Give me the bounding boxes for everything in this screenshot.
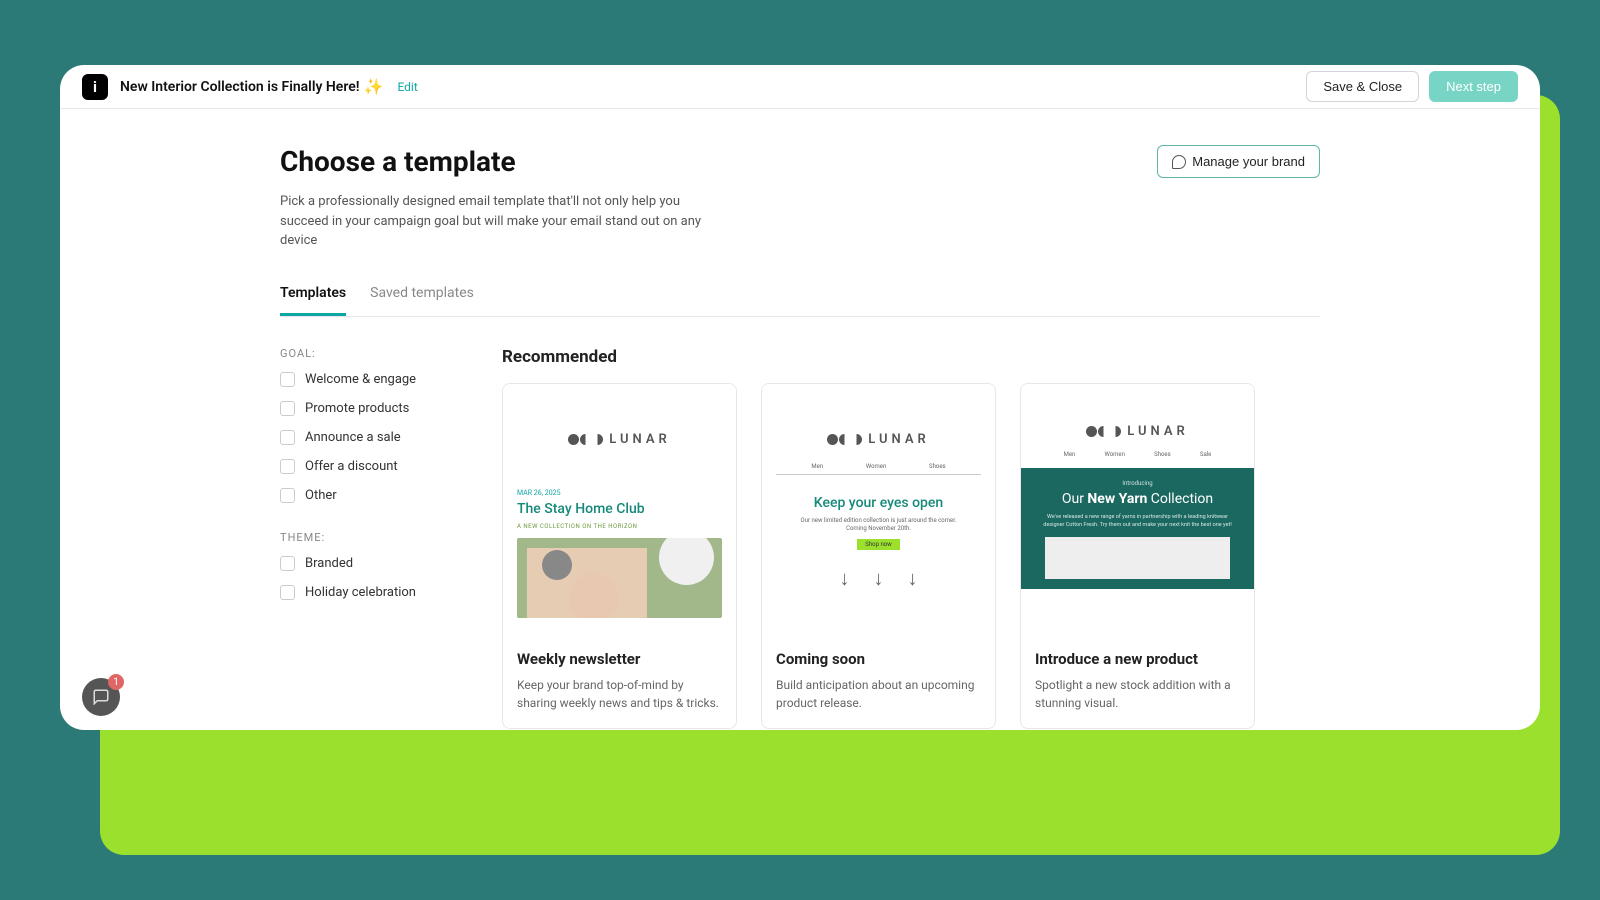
- tab-saved-templates[interactable]: Saved templates: [370, 285, 474, 316]
- next-step-button[interactable]: Next step: [1429, 71, 1518, 102]
- chat-badge: 1: [108, 674, 124, 690]
- filter-label: Offer a discount: [305, 459, 398, 474]
- filter-promote-products[interactable]: Promote products: [280, 401, 460, 416]
- template-card-desc: Spotlight a new stock addition with a st…: [1035, 676, 1240, 712]
- edit-link[interactable]: Edit: [397, 80, 417, 94]
- section-title-recommended: Recommended: [502, 347, 1320, 367]
- checkbox-icon: [280, 459, 295, 474]
- arrow-down-icon: ↓: [840, 566, 850, 591]
- filter-label: Branded: [305, 556, 353, 571]
- checkbox-icon: [280, 401, 295, 416]
- palette-icon: [1172, 155, 1186, 169]
- main-content: Choose a template Pick a professionally …: [60, 109, 1540, 729]
- filter-other[interactable]: Other: [280, 488, 460, 503]
- filter-announce-sale[interactable]: Announce a sale: [280, 430, 460, 445]
- filter-label: Welcome & engage: [305, 372, 416, 387]
- arrow-down-icon: ↓: [908, 566, 918, 591]
- template-preview: LUNAR MAR 26, 2025 The Stay Home Club A …: [503, 384, 736, 634]
- filter-label: Promote products: [305, 401, 409, 416]
- filter-branded[interactable]: Branded: [280, 556, 460, 571]
- preview-nav: Men Women Shoes Sale: [1035, 447, 1240, 462]
- template-preview: LUNAR Men Women Shoes Keep your eyes ope…: [762, 384, 995, 634]
- preview-subline: A NEW COLLECTION ON THE HORIZON: [517, 523, 736, 530]
- checkbox-icon: [280, 488, 295, 503]
- app-window: i New Interior Collection is Finally Her…: [60, 65, 1540, 730]
- template-card-title: Introduce a new product: [1035, 650, 1240, 668]
- preview-brand-logo: LUNAR: [762, 384, 995, 459]
- checkbox-icon: [280, 585, 295, 600]
- checkbox-icon: [280, 372, 295, 387]
- template-card-coming-soon[interactable]: LUNAR Men Women Shoes Keep your eyes ope…: [761, 383, 996, 729]
- app-logo: i: [82, 74, 108, 100]
- sparkle-icon: ✨: [364, 77, 384, 96]
- manage-brand-button[interactable]: Manage your brand: [1157, 145, 1320, 178]
- preview-cta: Shop now: [857, 539, 899, 550]
- save-close-button[interactable]: Save & Close: [1306, 71, 1419, 102]
- preview-brand-logo: LUNAR: [1021, 384, 1254, 447]
- page-subtitle: Pick a professionally designed email tem…: [280, 192, 720, 251]
- manage-brand-label: Manage your brand: [1192, 154, 1305, 169]
- checkbox-icon: [280, 556, 295, 571]
- filter-label: Holiday celebration: [305, 585, 416, 600]
- checkbox-icon: [280, 430, 295, 445]
- template-card-desc: Build anticipation about an upcoming pro…: [776, 676, 981, 712]
- arrow-down-icon: ↓: [874, 566, 884, 591]
- filter-welcome-engage[interactable]: Welcome & engage: [280, 372, 460, 387]
- page-title: Choose a template: [280, 145, 720, 178]
- chat-button[interactable]: 1: [82, 678, 120, 716]
- template-preview: LUNAR Men Women Shoes Sale Introducing O…: [1021, 384, 1254, 634]
- filter-offer-discount[interactable]: Offer a discount: [280, 459, 460, 474]
- template-card-title: Weekly newsletter: [517, 650, 722, 668]
- template-card-weekly-newsletter[interactable]: LUNAR MAR 26, 2025 The Stay Home Club A …: [502, 383, 737, 729]
- filter-holiday[interactable]: Holiday celebration: [280, 585, 460, 600]
- filter-heading-theme: THEME:: [280, 531, 460, 544]
- preview-nav: Men Women Shoes: [776, 459, 981, 475]
- filter-heading-goal: GOAL:: [280, 347, 460, 360]
- preview-image: [1045, 537, 1230, 579]
- preview-date: MAR 26, 2025: [517, 489, 736, 497]
- preview-brand-logo: LUNAR: [503, 384, 736, 459]
- tabs: Templates Saved templates: [280, 285, 1320, 317]
- preview-headline: The Stay Home Club: [517, 501, 736, 517]
- template-card-introduce-product[interactable]: LUNAR Men Women Shoes Sale Introducing O…: [1020, 383, 1255, 729]
- top-bar: i New Interior Collection is Finally Her…: [60, 65, 1540, 109]
- campaign-title: New Interior Collection is Finally Here!: [120, 79, 360, 95]
- template-grid: Recommended LUNAR MAR 26, 2025 The Stay …: [502, 347, 1320, 729]
- template-card-desc: Keep your brand top-of-mind by sharing w…: [517, 676, 722, 712]
- preview-image: [517, 538, 722, 618]
- filters-sidebar: GOAL: Welcome & engage Promote products …: [280, 347, 460, 729]
- tab-templates[interactable]: Templates: [280, 285, 346, 316]
- chat-icon: [92, 688, 110, 706]
- preview-headline: Keep your eyes open: [762, 495, 995, 511]
- filter-label: Other: [305, 488, 337, 503]
- preview-hero: Introducing Our New Yarn Collection We'v…: [1021, 468, 1254, 590]
- preview-arrows: ↓ ↓ ↓: [762, 566, 995, 591]
- filter-label: Announce a sale: [305, 430, 401, 445]
- preview-subline: Our new limited edition collection is ju…: [762, 517, 995, 534]
- template-card-title: Coming soon: [776, 650, 981, 668]
